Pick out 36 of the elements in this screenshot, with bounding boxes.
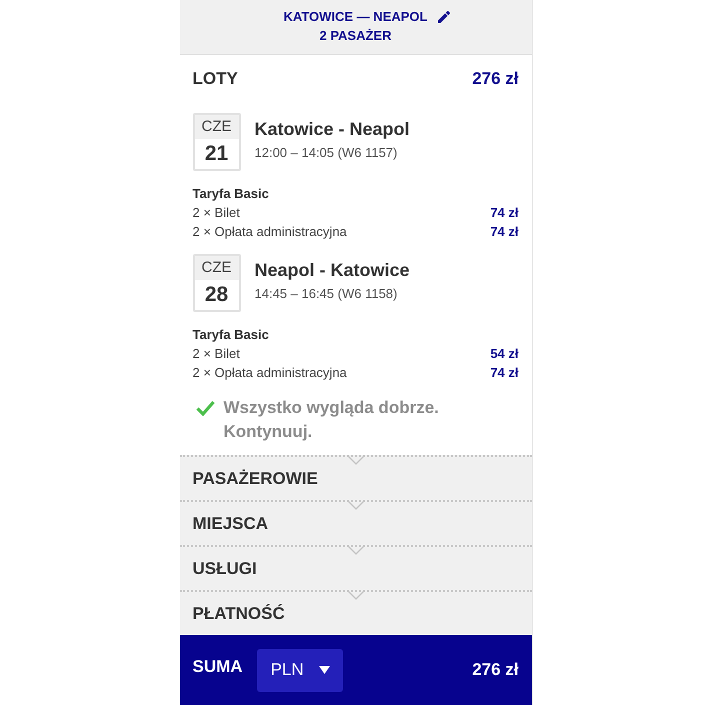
weekday: CZE: [194, 115, 238, 139]
total-label: SUMA: [192, 657, 243, 677]
section-title: LOTY: [192, 69, 238, 89]
day-number: 28: [204, 282, 230, 308]
pencil-icon[interactable]: [437, 10, 452, 24]
fare-line-price: 74 zł: [490, 204, 518, 222]
currency-select[interactable]: PLN: [256, 648, 343, 692]
route-title: KATOWICE — NEAPOL: [284, 8, 428, 26]
checkmark-icon: [196, 400, 214, 416]
accordion-item[interactable]: USŁUGI: [180, 545, 532, 590]
fare-line-label: 2 × Opłata administracyjna: [192, 223, 347, 241]
section-total: 276 zł: [472, 69, 518, 89]
fare-line-label: 2 × Opłata administracyjna: [192, 364, 347, 382]
weekday: CZE: [194, 256, 238, 280]
fare-line-price: 74 zł: [490, 364, 518, 382]
fare-name: Taryfa Basic: [192, 327, 270, 343]
fare-name: Taryfa Basic: [192, 186, 270, 202]
chevron-icon: [346, 545, 364, 555]
flight-route: Katowice - Neapol: [254, 118, 410, 140]
total-amount: 276 zł: [472, 660, 518, 680]
flight-times: 12:00 – 14:05 (W6 1157): [254, 144, 398, 162]
fare-line-price: 54 zł: [490, 345, 518, 363]
passenger-count: 2 PASAŻER: [320, 27, 392, 45]
accordion-item[interactable]: MIEJSCA: [180, 500, 532, 545]
chevron-icon: [346, 590, 364, 600]
chevron-icon: [346, 500, 364, 510]
day-number: 21: [204, 141, 230, 167]
accordion-item[interactable]: PASAŻEROWIE: [180, 455, 532, 500]
fare-line-label: 2 × Bilet: [192, 345, 240, 363]
fare-line-label: 2 × Bilet: [192, 204, 240, 222]
chevron-icon: [346, 455, 364, 465]
flight-times: 14:45 – 16:45 (W6 1158): [254, 285, 398, 303]
status-message: Wszystko wygląda dobrze. Kontynuuj.: [224, 397, 440, 443]
fare-line-price: 74 zł: [490, 223, 518, 241]
caret-icon: [318, 666, 330, 674]
flight-route: Neapol - Katowice: [254, 259, 410, 281]
